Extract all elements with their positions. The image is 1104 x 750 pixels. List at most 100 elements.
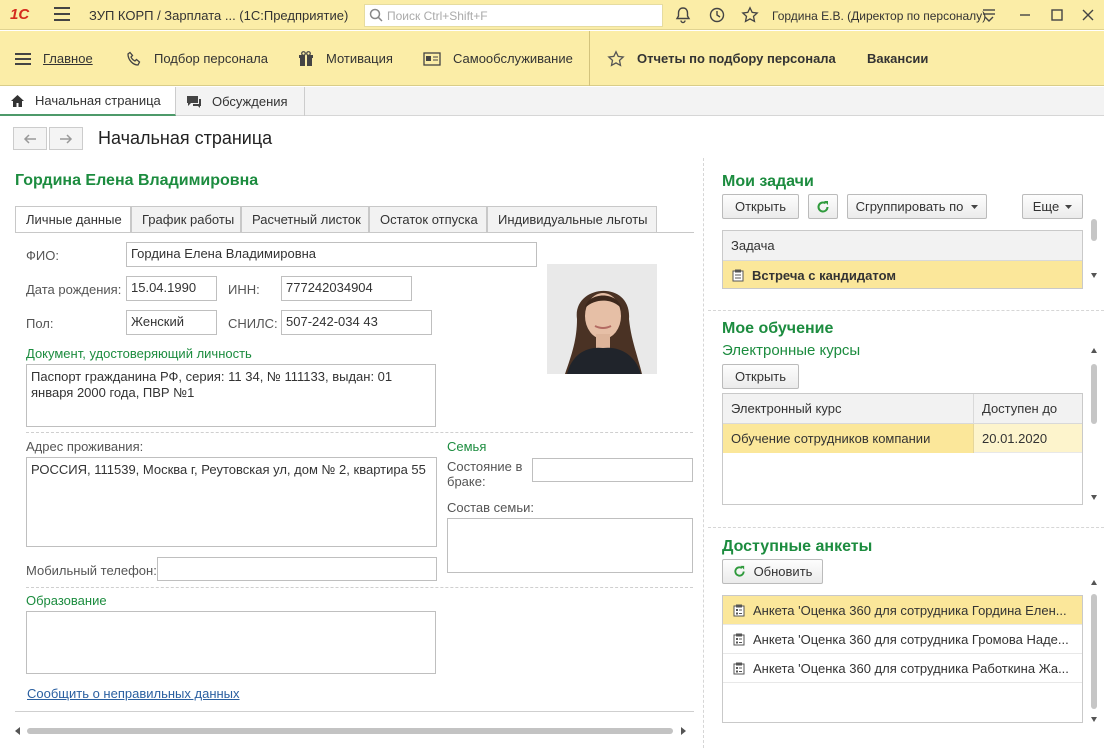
report-wrong-data-link[interactable]: Сообщить о неправильных данных xyxy=(27,686,240,701)
courses-table-header: Электронный курс Доступен до xyxy=(723,394,1082,424)
sections-panel: Главное Подбор персонала Мотивация Самоо… xyxy=(0,31,1104,86)
section-recruitment-label: Подбор персонала xyxy=(154,51,268,66)
favorite-vacancies-label: Вакансии xyxy=(867,51,929,66)
section-recruitment[interactable]: Подбор персонала xyxy=(126,31,268,86)
tab-home-label: Начальная страница xyxy=(35,93,161,108)
my-tasks-title: Мои задачи xyxy=(722,173,814,190)
tab-home-page[interactable]: Начальная страница xyxy=(0,87,176,116)
survey-icon xyxy=(733,633,745,645)
forward-button[interactable] xyxy=(49,127,83,150)
list-item[interactable]: Анкета 'Оценка 360 для сотрудника Работк… xyxy=(723,654,1082,683)
tab-payslip[interactable]: Расчетный листок xyxy=(241,206,369,233)
identity-doc-field[interactable]: Паспорт гражданина РФ, серия: 11 34, № 1… xyxy=(26,364,436,427)
current-user[interactable]: Гордина Е.В. (Директор по персоналу) xyxy=(772,9,986,23)
panel-divider xyxy=(703,158,704,748)
table-row[interactable]: Обучение сотрудников компании 20.01.2020 xyxy=(723,423,1082,453)
section-main[interactable]: Главное xyxy=(15,31,93,86)
scroll-thumb[interactable] xyxy=(27,728,673,734)
birth-date-field[interactable]: 15.04.1990 xyxy=(126,276,217,301)
tab-discussions[interactable]: Обсуждения xyxy=(176,87,305,116)
address-field[interactable]: РОССИЯ, 111539, Москва г, Реутовская ул,… xyxy=(26,457,437,547)
list-item[interactable]: Анкета 'Оценка 360 для сотрудника Громов… xyxy=(723,625,1082,654)
surveys-refresh-button[interactable]: Обновить xyxy=(722,559,823,584)
scroll-down-icon[interactable] xyxy=(1091,273,1097,278)
search-placeholder: Поиск Ctrl+Shift+F xyxy=(387,9,488,23)
learning-scrollbar[interactable] xyxy=(1090,348,1098,503)
tasks-open-button[interactable]: Открыть xyxy=(722,194,799,219)
section-self-service-label: Самообслуживание xyxy=(453,51,573,66)
maximize-icon[interactable] xyxy=(1049,7,1065,23)
bottom-divider xyxy=(15,711,694,712)
favorite-star-icon xyxy=(607,49,625,67)
snils-field[interactable]: 507-242-034 43 xyxy=(281,310,432,335)
history-icon[interactable] xyxy=(708,6,726,24)
fio-field[interactable]: Гордина Елена Владимировна xyxy=(126,242,537,267)
education-field[interactable] xyxy=(26,611,436,674)
scroll-thumb[interactable] xyxy=(1091,219,1097,241)
tasks-table: Задача Встреча с кандидатом xyxy=(722,230,1083,289)
scroll-down-icon[interactable] xyxy=(1091,717,1097,722)
tab-personal-data[interactable]: Личные данные xyxy=(15,206,131,233)
scroll-thumb[interactable] xyxy=(1091,364,1097,424)
family-members-field[interactable] xyxy=(447,518,693,573)
scroll-up-icon[interactable] xyxy=(1091,580,1097,585)
course-until: 20.01.2020 xyxy=(982,430,1048,446)
surveys-scrollbar[interactable] xyxy=(1090,580,1098,725)
group-by-button[interactable]: Сгруппировать по xyxy=(847,194,987,219)
employee-photo xyxy=(547,264,657,374)
tasks-scrollbar[interactable] xyxy=(1090,215,1098,287)
main-menu-icon[interactable] xyxy=(54,7,70,21)
tab-work-schedule[interactable]: График работы xyxy=(131,206,241,233)
my-learning-title: Мое обучение xyxy=(722,320,834,337)
close-icon[interactable] xyxy=(1080,7,1096,23)
column-available-until[interactable]: Доступен до xyxy=(974,401,1057,416)
arrow-left-icon xyxy=(23,133,36,144)
fio-label: ФИО: xyxy=(26,248,59,263)
inn-field[interactable]: 777242034904 xyxy=(281,276,412,301)
section-self-service[interactable]: Самообслуживание xyxy=(423,31,573,86)
section-main-label: Главное xyxy=(43,51,93,66)
task-name: Встреча с кандидатом xyxy=(752,267,896,283)
dropdown-arrow-icon xyxy=(1065,204,1073,209)
mobile-phone-field[interactable] xyxy=(157,557,437,581)
tab-individual-benefits[interactable]: Индивидуальные льготы xyxy=(487,206,657,233)
tab-vacation-balance[interactable]: Остаток отпуска xyxy=(369,206,487,233)
favorite-vacancies[interactable]: Вакансии xyxy=(867,31,928,86)
employee-name: Гордина Елена Владимировна xyxy=(15,172,259,189)
scroll-thumb[interactable] xyxy=(1091,594,1097,709)
favorite-reports-label: Отчеты по подбору персонала xyxy=(637,51,836,66)
minimize-icon[interactable] xyxy=(1017,7,1033,23)
family-members-label: Состав семьи: xyxy=(447,500,534,515)
list-item[interactable]: Анкета 'Оценка 360 для сотрудника Гордин… xyxy=(723,596,1082,625)
gift-icon xyxy=(299,50,313,66)
column-task[interactable]: Задача xyxy=(723,238,775,253)
marital-status-field[interactable] xyxy=(532,458,693,482)
home-icon xyxy=(11,94,24,107)
favorite-recruitment-reports[interactable]: Отчеты по подбору персонала xyxy=(607,31,836,86)
search-input[interactable]: Поиск Ctrl+Shift+F xyxy=(364,4,663,27)
back-button[interactable] xyxy=(13,127,47,150)
learning-open-button[interactable]: Открыть xyxy=(722,364,799,389)
star-icon[interactable] xyxy=(741,6,759,24)
scroll-down-icon[interactable] xyxy=(1091,495,1097,500)
birth-date-label: Дата рождения: xyxy=(26,282,122,297)
horizontal-scrollbar[interactable] xyxy=(15,726,694,736)
tabs-underline xyxy=(15,232,694,233)
settings-menu-icon[interactable] xyxy=(981,7,997,23)
inn-label: ИНН: xyxy=(228,282,260,297)
title-bar: 1С ЗУП КОРП / Зарплата ... (1С:Предприят… xyxy=(0,0,1104,30)
tasks-refresh-button[interactable] xyxy=(808,194,838,219)
scroll-up-icon[interactable] xyxy=(1091,348,1097,353)
section-divider xyxy=(589,31,590,86)
bell-icon[interactable] xyxy=(674,6,692,24)
tasks-more-button[interactable]: Еще xyxy=(1022,194,1083,219)
column-course[interactable]: Электронный курс xyxy=(723,394,974,424)
scroll-left-icon[interactable] xyxy=(15,727,21,735)
page-title: Начальная страница xyxy=(98,128,273,148)
sex-field[interactable]: Женский xyxy=(126,310,217,335)
table-row[interactable]: Встреча с кандидатом xyxy=(723,261,1082,288)
section-motivation[interactable]: Мотивация xyxy=(298,31,393,86)
window-title: ЗУП КОРП / Зарплата ... (1С:Предприятие) xyxy=(89,8,349,23)
scroll-right-icon[interactable] xyxy=(680,727,686,735)
refresh-icon xyxy=(817,200,829,212)
